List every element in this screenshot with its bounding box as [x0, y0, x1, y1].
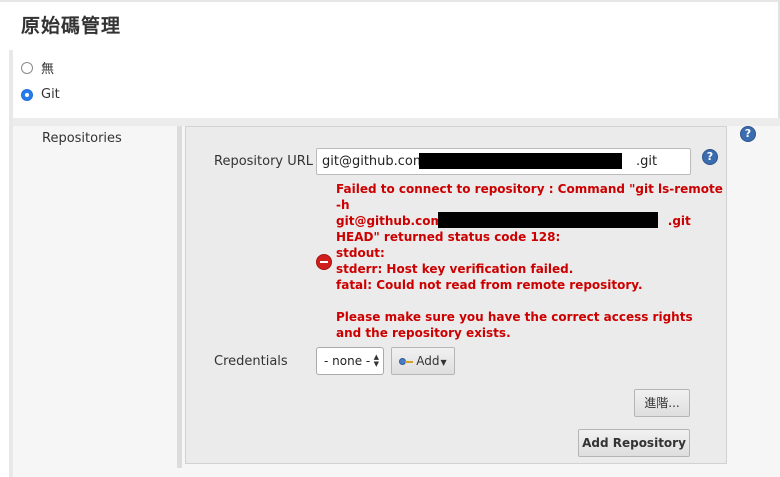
radio-none[interactable]	[21, 61, 33, 74]
key-icon	[399, 357, 414, 366]
credentials-label: Credentials	[214, 354, 288, 369]
error-line-7: fatal: Could not read from remote reposi…	[336, 278, 643, 292]
repository-url-help-icon[interactable]: ?	[702, 149, 718, 165]
error-line-8: Please make sure you have the correct ac…	[336, 310, 693, 324]
scm-option-git[interactable]: Git	[21, 87, 60, 102]
error-line-5: stdout:	[336, 246, 385, 260]
error-line-2: -h	[336, 198, 350, 212]
add-repository-button[interactable]: Add Repository	[578, 429, 690, 457]
error-icon	[316, 254, 332, 270]
add-credentials-label: Add	[416, 354, 440, 368]
advanced-button-label: 進階...	[644, 396, 680, 410]
select-arrows-icon: ▲ ▼	[373, 353, 379, 368]
error-line-1: Failed to connect to repository : Comman…	[336, 182, 723, 196]
redacted-error-url-part	[438, 212, 658, 228]
scm-option-git-label: Git	[41, 87, 60, 102]
error-line-4: HEAD" returned status code 128:	[336, 230, 561, 244]
credentials-select[interactable]: - none - ▲ ▼	[316, 347, 384, 375]
advanced-button[interactable]: 進階...	[634, 389, 690, 417]
top-divider	[0, 0, 780, 2]
git-config-block-header	[13, 118, 780, 126]
repository-indent-bar	[177, 126, 182, 468]
radio-git[interactable]	[21, 88, 33, 101]
scm-option-none-label: 無	[41, 62, 55, 77]
error-line-6: stderr: Host key verification failed.	[336, 262, 574, 276]
repositories-help-icon[interactable]: ?	[740, 126, 756, 142]
repository-url-label: Repository URL	[214, 154, 314, 169]
redacted-url-part	[419, 153, 622, 169]
credentials-select-value: - none -	[324, 354, 371, 368]
add-credentials-button[interactable]: Add▼	[391, 347, 455, 375]
add-repository-label: Add Repository	[582, 436, 686, 450]
repositories-label: Repositories	[42, 131, 122, 146]
dropdown-caret-icon: ▼	[440, 358, 447, 367]
repository-url-suffix: .git	[636, 154, 658, 169]
scm-option-none[interactable]: 無	[21, 58, 54, 77]
error-line-9: and the repository exists.	[336, 326, 511, 340]
section-title: 原始碼管理	[21, 15, 122, 37]
